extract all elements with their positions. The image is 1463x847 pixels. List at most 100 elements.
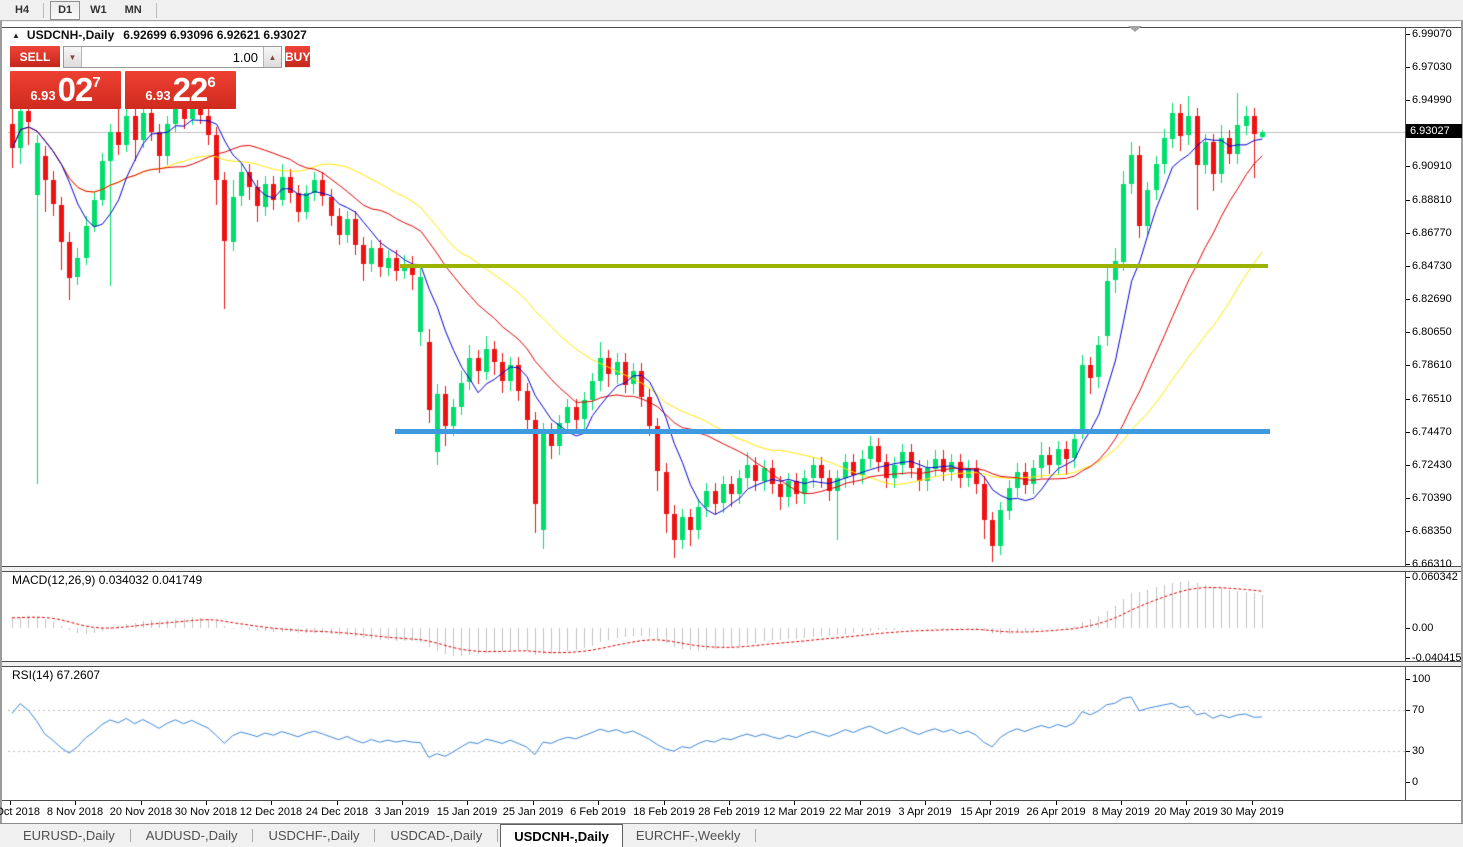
price-axis-tick: 6.88810 — [1412, 194, 1452, 206]
price-axis-tickmark — [1406, 465, 1410, 466]
date-axis-label: 29 Oct 2018 — [0, 806, 40, 818]
price-axis-tickmark — [1406, 531, 1410, 532]
indicator-axis-tick: 70 — [1412, 704, 1425, 716]
date-axis-label: 30 May 2019 — [1220, 806, 1284, 818]
buy-price-display[interactable]: 6.93 22 6 — [125, 71, 236, 109]
price-axis-tickmark — [1406, 299, 1410, 300]
chart-ohlc-values: 6.92699 6.93096 6.92621 6.93027 — [123, 28, 307, 42]
window-left-border — [0, 21, 2, 847]
date-axis-label: 18 Feb 2019 — [633, 806, 695, 818]
indicator-axis-tickmark — [1406, 782, 1410, 783]
collapse-panel-icon[interactable]: ▲ — [12, 31, 20, 40]
indicator-axis-tick: 30 — [1412, 745, 1425, 757]
date-axis-label: 28 Feb 2019 — [698, 806, 760, 818]
date-axis-tickmark — [141, 801, 142, 805]
price-axis-tick: 6.66310 — [1412, 558, 1452, 570]
date-axis-tickmark — [664, 801, 665, 805]
date-axis-label: 8 Nov 2018 — [46, 806, 104, 818]
date-axis-tickmark — [467, 801, 468, 805]
volume-decrease-button[interactable]: ▼ — [64, 47, 82, 67]
date-axis-label: 24 Dec 2018 — [305, 806, 369, 818]
tab-separator — [755, 829, 757, 842]
price-axis-tickmark — [1406, 233, 1410, 234]
rsi-label: RSI(14) 67.2607 — [12, 668, 101, 682]
price-axis-tick: 6.68350 — [1412, 525, 1452, 537]
resistance-line[interactable] — [400, 264, 1268, 268]
buy-button[interactable]: BUY — [285, 46, 311, 68]
sell-button[interactable]: SELL — [10, 46, 60, 68]
chart-tab-usdcnh[interactable]: USDCNH-,Daily — [500, 824, 623, 847]
sell-price-display[interactable]: 6.93 02 7 — [10, 71, 121, 109]
indicator-axis-tickmark — [1406, 658, 1410, 659]
date-axis-tickmark — [271, 801, 272, 805]
one-click-trade-panel: SELL ▼ ▲ BUY 6.93 02 7 6.93 22 6 — [10, 46, 311, 109]
tab-separator — [497, 829, 499, 842]
buy-price-point: 6 — [207, 74, 216, 91]
price-axis-tick: 6.78610 — [1412, 359, 1452, 371]
date-axis-tickmark — [1121, 801, 1122, 805]
price-axis-tick: 6.97030 — [1412, 61, 1452, 73]
indicator-axis-tickmark — [1406, 679, 1410, 680]
date-axis-tickmark — [1252, 801, 1253, 805]
price-axis-tickmark — [1406, 564, 1410, 565]
tab-separator — [252, 829, 254, 842]
tab-separator — [374, 829, 376, 842]
timeframe-button-d1[interactable]: D1 — [50, 0, 81, 20]
price-axis-tickmark — [1406, 200, 1410, 201]
timeframe-button-w1[interactable]: W1 — [82, 1, 115, 20]
indicator-axis-tick: 0 — [1412, 776, 1419, 788]
date-axis-tickmark — [794, 801, 795, 805]
chart-title: ▲ USDCNH-,Daily 6.92699 6.93096 6.92621 … — [12, 28, 307, 42]
date-axis-label: 20 Nov 2018 — [109, 806, 173, 818]
sell-price-pips: 02 — [57, 71, 94, 108]
price-axis-tick: 6.80650 — [1412, 326, 1452, 338]
chart-tab-usdcad[interactable]: USDCAD-,Daily — [377, 824, 495, 847]
indicator-axis-tick: 0.060342 — [1412, 571, 1458, 583]
price-axis-tickmark — [1406, 399, 1410, 400]
current-price-tag: 6.93027 — [1406, 124, 1462, 138]
timeframe-toolbar: H4 D1 W1 MN — [0, 0, 1463, 21]
timeframe-button-h4[interactable]: H4 — [7, 1, 37, 20]
price-axis-tickmark — [1406, 166, 1410, 167]
timeframe-button-mn[interactable]: MN — [117, 1, 150, 20]
date-axis-label: 22 Mar 2019 — [829, 806, 891, 818]
date-axis-label: 3 Apr 2019 — [898, 806, 952, 818]
price-axis-tickmark — [1406, 332, 1410, 333]
date-axis-tickmark — [10, 801, 11, 805]
date-axis-label: 20 May 2019 — [1154, 806, 1218, 818]
price-axis-tick: 6.86770 — [1412, 227, 1452, 239]
indicator-axis-tickmark — [1406, 577, 1410, 578]
price-axis-tickmark — [1406, 67, 1410, 68]
chart-tab-audusd[interactable]: AUDUSD-,Daily — [133, 824, 251, 847]
volume-input[interactable] — [82, 47, 263, 67]
price-axis-tick: 6.74470 — [1412, 426, 1452, 438]
date-axis-label: 8 May 2019 — [1092, 806, 1150, 818]
rsi-indicator-canvas[interactable] — [8, 666, 1405, 800]
chart-tab-usdchf[interactable]: USDCHF-,Daily — [255, 824, 372, 847]
date-axis-tickmark — [402, 801, 403, 805]
buy-price-base: 6.93 — [145, 88, 171, 103]
indicator-axis-tickmark — [1406, 751, 1410, 752]
date-axis-label: 6 Feb 2019 — [570, 806, 626, 818]
chart-tab-eurusd[interactable]: EURUSD-,Daily — [10, 824, 128, 847]
macd-indicator-canvas[interactable] — [8, 571, 1405, 661]
sell-price-point: 7 — [92, 74, 101, 91]
volume-stepper: ▼ ▲ — [63, 46, 282, 68]
price-axis-tick: 6.84730 — [1412, 260, 1452, 272]
support-line[interactable] — [395, 429, 1270, 434]
date-axis-label: 15 Apr 2019 — [960, 806, 1020, 818]
price-axis-tick: 6.76510 — [1412, 393, 1452, 405]
date-axis-tickmark — [598, 801, 599, 805]
date-axis-tickmark — [729, 801, 730, 805]
chart-tab-eurchf[interactable]: EURCHF-,Weekly — [623, 824, 754, 847]
date-axis-tickmark — [337, 801, 338, 805]
date-axis-tickmark — [1186, 801, 1187, 805]
buy-price-pips: 22 — [172, 71, 209, 108]
macd-label: MACD(12,26,9) 0.034032 0.041749 — [12, 573, 203, 587]
volume-increase-button[interactable]: ▲ — [263, 47, 281, 67]
date-axis-label: 30 Nov 2018 — [174, 806, 238, 818]
date-axis-label: 3 Jan 2019 — [374, 806, 430, 818]
price-axis-tick: 6.99070 — [1412, 28, 1452, 40]
price-axis-tickmark — [1406, 365, 1410, 366]
price-axis-tick: 6.94990 — [1412, 94, 1452, 106]
